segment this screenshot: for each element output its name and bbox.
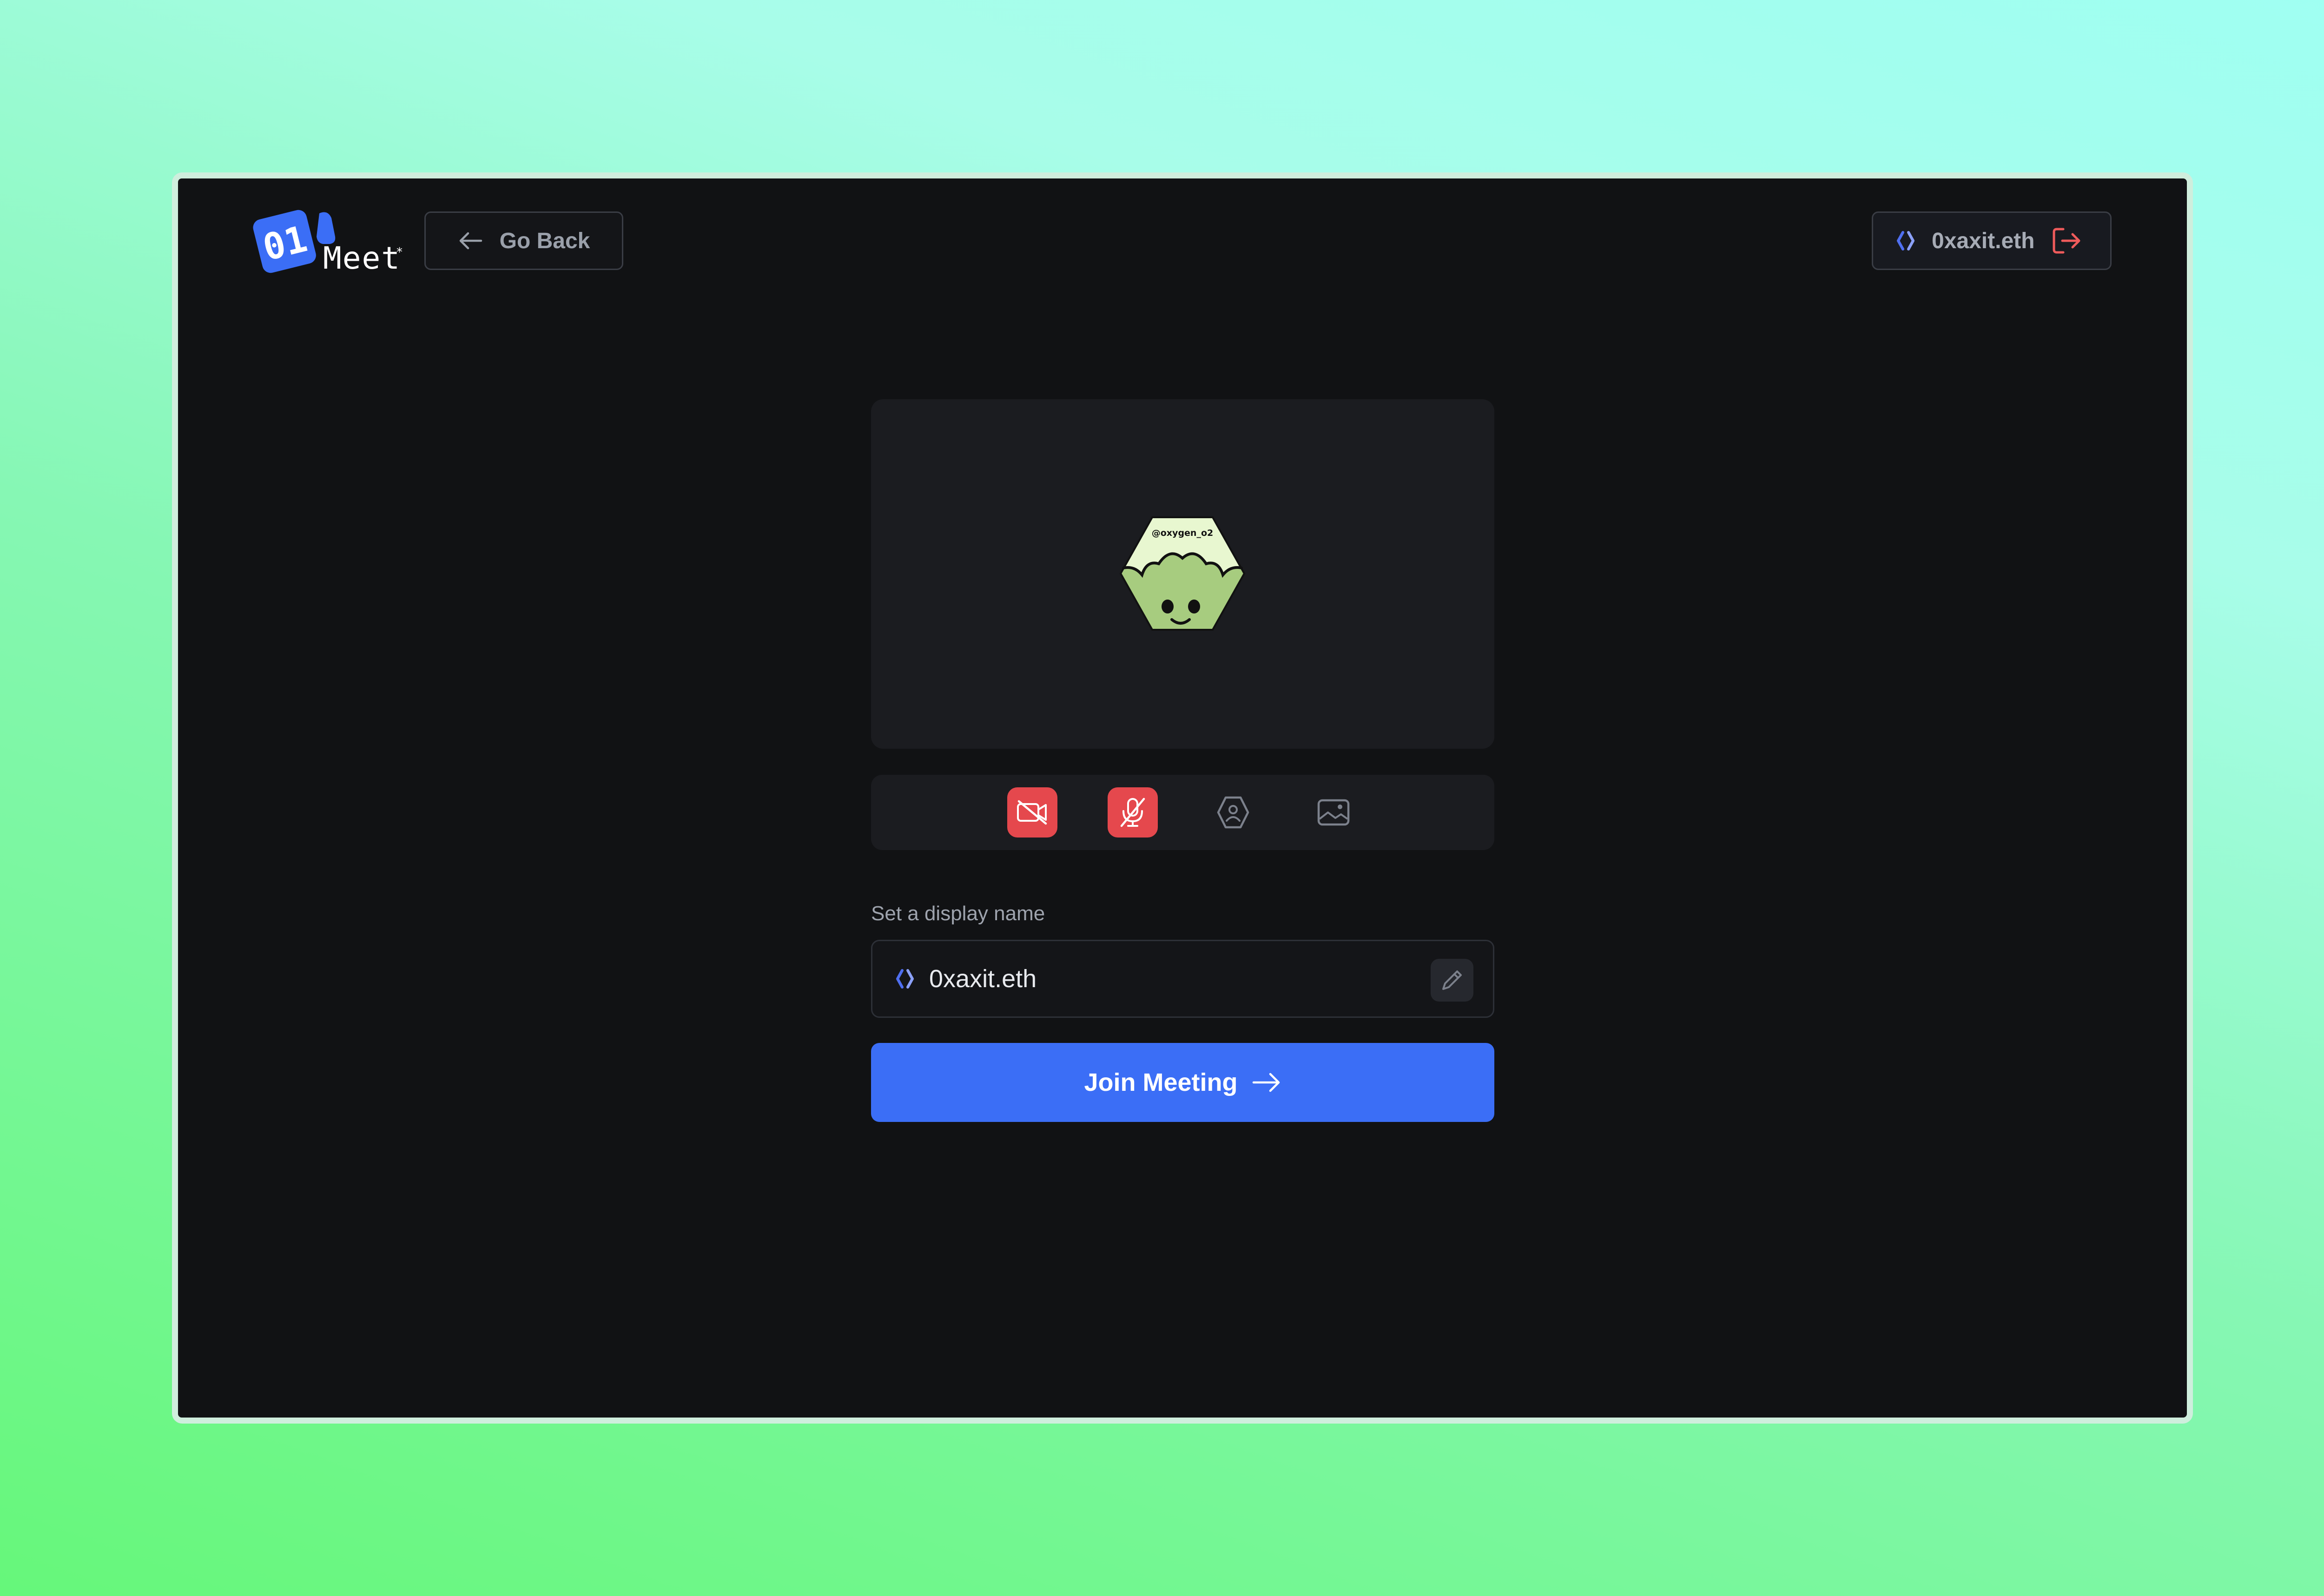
microphone-toggle-button[interactable] — [1107, 787, 1158, 838]
logo-wordmark: Meet — [323, 240, 401, 276]
avatar-handle: @oxygen_o2 — [1152, 528, 1213, 538]
browser-frame: 01 * Meet Go Back 0xaxit.eth @oxygen_o2 … — [172, 172, 2193, 1424]
edit-name-button[interactable] — [1431, 959, 1473, 1002]
ens-icon — [1897, 231, 1915, 251]
app-logo[interactable]: 01 * Meet — [249, 204, 403, 283]
avatar-settings-button[interactable] — [1208, 787, 1258, 838]
join-meeting-label: Join Meeting — [1084, 1068, 1238, 1096]
go-back-label: Go Back — [499, 228, 590, 253]
arrow-left-icon — [459, 232, 482, 250]
display-name-label: Set a display name — [871, 902, 1045, 925]
image-icon — [1317, 799, 1349, 826]
display-name-input[interactable] — [929, 964, 1375, 993]
ens-icon — [896, 969, 914, 989]
logout-icon[interactable] — [2051, 225, 2082, 256]
arrow-right-icon — [1252, 1073, 1280, 1092]
go-back-button[interactable]: Go Back — [424, 211, 623, 270]
mic-off-icon — [1120, 798, 1145, 827]
pencil-icon — [1442, 970, 1462, 990]
avatar-image: @oxygen_o2 — [1120, 516, 1245, 631]
media-controls — [871, 775, 1494, 850]
hexagon-user-icon — [1217, 796, 1249, 829]
camera-toggle-button[interactable] — [1007, 787, 1057, 838]
join-meeting-button[interactable]: Join Meeting — [871, 1043, 1494, 1122]
background-settings-button[interactable] — [1308, 787, 1359, 838]
app-window: 01 * Meet Go Back 0xaxit.eth @oxygen_o2 … — [178, 178, 2187, 1418]
video-preview: @oxygen_o2 — [871, 399, 1494, 749]
account-name: 0xaxit.eth — [1932, 228, 2035, 253]
account-menu[interactable]: 0xaxit.eth — [1872, 211, 2112, 270]
display-name-field[interactable] — [871, 940, 1494, 1018]
video-off-icon — [1017, 800, 1047, 825]
